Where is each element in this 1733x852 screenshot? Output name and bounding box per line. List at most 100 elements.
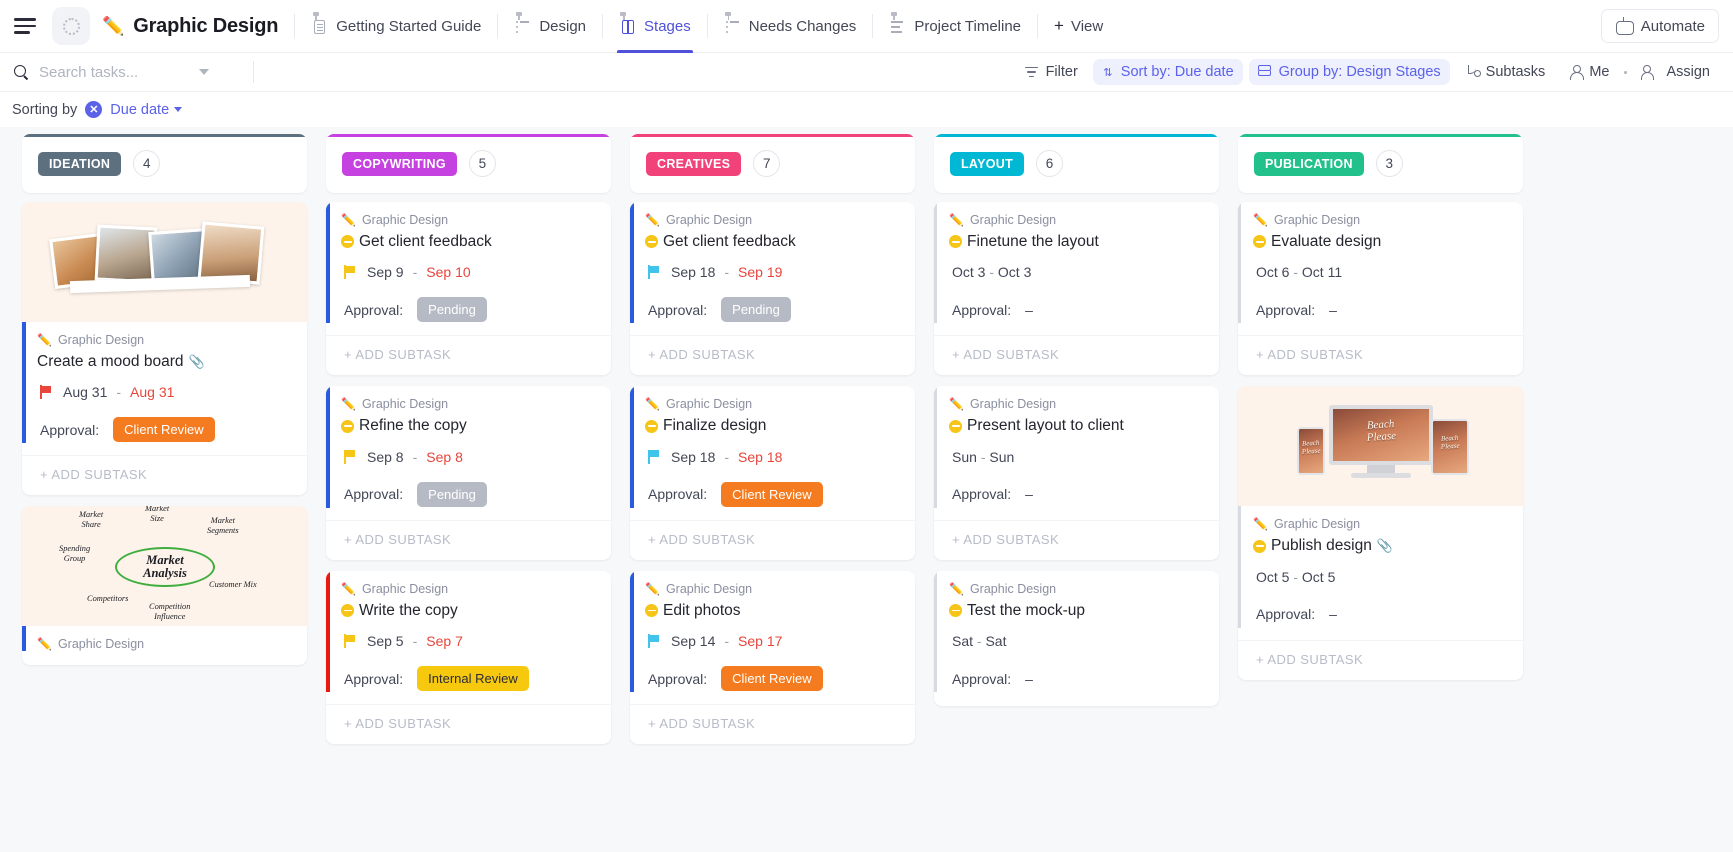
tab-getting-started-guide[interactable]: Getting Started Guide [297,0,495,53]
priority-flag-icon[interactable] [344,634,358,648]
add-subtask-button[interactable]: + ADD SUBTASK [630,520,915,560]
status-in-progress-icon[interactable] [645,235,658,248]
automate-button[interactable]: Automate [1601,9,1719,43]
card-title[interactable]: Finalize design [645,416,901,435]
card-title[interactable]: Evaluate design [1253,232,1509,251]
add-subtask-button[interactable]: + ADD SUBTASK [326,335,611,375]
task-card[interactable]: ✏️Graphic DesignGet client feedbackSep 9… [326,202,611,375]
approval-value-empty[interactable]: – [1025,486,1033,502]
status-in-progress-icon[interactable] [341,420,354,433]
clear-sort-icon[interactable]: ✕ [85,101,102,118]
column-header[interactable]: CREATIVES7 [630,134,915,193]
approval-status-badge[interactable]: Pending [417,482,487,507]
attachment-icon[interactable]: 📎 [1377,538,1393,554]
card-date-row[interactable]: Sep 8-Sep 8 [341,449,597,465]
task-card[interactable]: ✏️Graphic Design Get client feedback Sep 1… [630,202,915,375]
card-date-row[interactable]: Oct 3 - Oct 3 [949,264,1205,280]
card-breadcrumb[interactable]: ✏️Graphic Design [645,397,901,411]
tab-design[interactable]: Design [500,0,600,53]
priority-flag-icon[interactable] [344,450,358,464]
approval-value-empty[interactable]: – [1329,302,1337,318]
add-subtask-button[interactable]: + ADD SUBTASK [630,704,915,744]
card-breadcrumb[interactable]: ✏️Graphic Design [949,213,1205,227]
card-breadcrumb[interactable]: ✏️Graphic Design [37,333,293,347]
card-breadcrumb[interactable]: ✏️Graphic Design [1253,517,1509,531]
card-date-row[interactable]: Sep 18-Sep 18 [645,449,901,465]
status-in-progress-icon[interactable] [949,420,962,433]
add-subtask-button[interactable]: + ADD SUBTASK [1238,335,1523,375]
approval-status-badge[interactable]: Internal Review [417,666,529,691]
card-date-row[interactable]: Oct 5 - Oct 5 [1253,569,1509,585]
card-title[interactable]: Get client feedback [645,232,901,251]
assignees-button[interactable]: Assign [1633,59,1719,85]
card-breadcrumb[interactable]: ✏️Graphic Design [1253,213,1509,227]
chevron-down-icon[interactable] [199,69,209,75]
card-title[interactable]: Edit photos [645,601,901,620]
task-card[interactable]: ✏️Graphic Design Finetune the layout Oct 3… [934,202,1219,375]
card-date-row[interactable]: Sep 14-Sep 17 [645,633,901,649]
task-card[interactable]: ✏️Graphic DesignPresent layout to client… [934,386,1219,559]
column-header[interactable]: IDEATION4 [22,134,307,193]
status-in-progress-icon[interactable] [1253,235,1266,248]
status-in-progress-icon[interactable] [645,604,658,617]
task-card[interactable]: ✏️Graphic DesignWrite the copySep 5-Sep … [326,571,611,744]
add-subtask-button[interactable]: + ADD SUBTASK [1238,640,1523,680]
me-filter-button[interactable]: Me [1560,59,1618,85]
card-date-row[interactable]: Sat - Sat [949,633,1205,649]
add-subtask-button[interactable]: + ADD SUBTASK [22,455,307,495]
task-card[interactable]: ✏️Graphic Design Finalize design Sep 18-Se… [630,386,915,559]
filter-button[interactable]: Filter [1016,59,1087,85]
approval-status-badge[interactable]: Client Review [721,482,822,507]
card-breadcrumb[interactable]: ✏️Graphic Design [341,582,597,596]
card-date-row[interactable]: Aug 31-Aug 31 [37,384,293,400]
card-date-row[interactable]: Sun - Sun [949,449,1205,465]
approval-status-badge[interactable]: Client Review [721,666,822,691]
approval-value-empty[interactable]: – [1025,302,1033,318]
status-in-progress-icon[interactable] [949,604,962,617]
priority-flag-icon[interactable] [648,634,662,648]
column-header[interactable]: PUBLICATION3 [1238,134,1523,193]
card-breadcrumb[interactable]: ✏️Graphic Design [645,213,901,227]
task-card[interactable]: BeachPleaseBeachPleaseBeachPlease✏️Graph… [1238,386,1523,679]
hamburger-menu-icon[interactable] [14,13,40,39]
approval-status-badge[interactable]: Pending [417,297,487,322]
card-title[interactable]: Refine the copy [341,416,597,435]
approval-value-empty[interactable]: – [1025,671,1033,687]
add-subtask-button[interactable]: + ADD SUBTASK [630,335,915,375]
sort-field-label[interactable]: Due date [110,102,169,118]
status-in-progress-icon[interactable] [341,604,354,617]
card-date-row[interactable]: Sep 18-Sep 19 [645,264,901,280]
attachment-icon[interactable]: 📎 [188,354,204,370]
card-breadcrumb[interactable]: ✏️Graphic Design [645,582,901,596]
add-subtask-button[interactable]: + ADD SUBTASK [326,704,611,744]
approval-status-badge[interactable]: Client Review [113,417,214,442]
card-breadcrumb[interactable]: ✏️Graphic Design [949,582,1205,596]
tab-needs-changes[interactable]: Needs Changes [710,0,871,53]
task-card[interactable]: MarketAnalysisMarketShareMarketSizeMarke… [22,506,307,665]
task-card[interactable]: ✏️Graphic Design Refine the copy Sep 8-Sep… [326,386,611,559]
brand-title-group[interactable]: ✏️ Graphic Design [102,15,292,38]
approval-value-empty[interactable]: – [1329,606,1337,622]
status-in-progress-icon[interactable] [949,235,962,248]
card-title[interactable]: Finetune the layout [949,232,1205,251]
approval-status-badge[interactable]: Pending [721,297,791,322]
status-in-progress-icon[interactable] [341,235,354,248]
card-breadcrumb[interactable]: ✏️Graphic Design [341,213,597,227]
tab-project-timeline[interactable]: Project Timeline [875,0,1035,53]
task-card[interactable]: ✏️Graphic Design Create a mood board📎 Aug … [22,202,307,495]
workspace-spinner-button[interactable] [52,7,90,45]
chevron-down-icon[interactable] [174,107,182,112]
card-breadcrumb[interactable]: ✏️Graphic Design [37,637,293,651]
priority-flag-icon[interactable] [648,265,662,279]
card-title[interactable]: Publish design📎 [1253,536,1509,555]
card-title[interactable]: Write the copy [341,601,597,620]
card-title[interactable]: Create a mood board📎 [37,352,293,371]
task-card[interactable]: ✏️Graphic Design Edit photos Sep 14-Sep 17… [630,571,915,744]
task-card[interactable]: ✏️Graphic DesignTest the mock-upSat - Sa… [934,571,1219,706]
tab-stages[interactable]: Stages [605,0,705,53]
task-card[interactable]: ✏️Graphic DesignEvaluate designOct 6 - O… [1238,202,1523,375]
card-breadcrumb[interactable]: ✏️Graphic Design [341,397,597,411]
card-title[interactable]: Get client feedback [341,232,597,251]
column-header[interactable]: LAYOUT6 [934,134,1219,193]
priority-flag-icon[interactable] [648,450,662,464]
